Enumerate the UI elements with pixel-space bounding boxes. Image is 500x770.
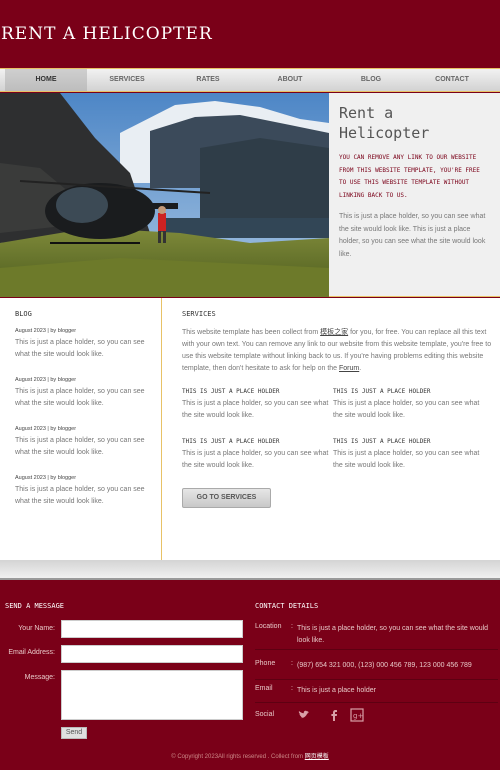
service-box-title: This is just a place holder: [182, 438, 280, 445]
service-box: This is just a place holder This is just…: [333, 388, 483, 422]
contact-separator: :: [291, 685, 293, 692]
nav-item-about[interactable]: About: [249, 69, 331, 91]
contact-label: Email: [255, 685, 273, 692]
contact-label: Social: [255, 711, 275, 718]
nav-item-home[interactable]: Home: [5, 69, 87, 91]
hero-highlight-text: You can remove any link to our website f…: [339, 154, 480, 199]
blog-item-text: This is just a place holder, so you can …: [15, 339, 145, 358]
hero-title-line-1: Rent a: [339, 104, 394, 122]
blog-item: August 2023 | by blogger This is just a …: [15, 377, 157, 410]
column-divider: [161, 298, 162, 560]
googleplus-icon[interactable]: g+: [350, 708, 364, 722]
service-box-title: This is just a place holder: [333, 438, 431, 445]
go-to-services-button[interactable]: Go to services: [182, 488, 271, 508]
helicopter-mountain-photo: [0, 93, 329, 297]
contact-row-location: Location : This is just a place holder, …: [255, 623, 498, 650]
service-box: This is just a place holder This is just…: [182, 438, 332, 472]
blog-item-meta[interactable]: August 2023 | by blogger: [15, 426, 157, 432]
contact-separator: :: [291, 623, 293, 630]
blog-item: August 2023 | by blogger This is just a …: [15, 426, 157, 459]
nav-item-rates[interactable]: Rates: [167, 69, 249, 91]
blog-item-meta[interactable]: August 2023 | by blogger: [15, 377, 157, 383]
service-box-text: This is just a place holder, so you can …: [182, 400, 329, 419]
footer: Send a message Your Name: Email Address:…: [0, 582, 500, 770]
hero-title: Rent a Helicopter: [339, 103, 489, 143]
contact-value: (987) 654 321 000, (123) 000 456 789, 12…: [297, 662, 472, 669]
footer-separator: [0, 560, 500, 580]
hero-text-block: Rent a Helicopter You can remove any lin…: [339, 103, 489, 261]
nav-item-blog[interactable]: Blog: [331, 69, 411, 91]
hero-section: Rent a Helicopter You can remove any lin…: [0, 93, 500, 297]
header: RENT A HELICOPTER: [0, 0, 500, 68]
services-heading: Services: [182, 310, 216, 318]
blog-heading: Blog: [15, 310, 32, 318]
contact-label: Phone: [255, 660, 276, 667]
facebook-icon[interactable]: [327, 708, 341, 722]
blog-item-meta[interactable]: August 2023 | by blogger: [15, 475, 157, 481]
services-intro: This website template has been collect f…: [182, 327, 496, 375]
copyright-notice: © Copyright 2023All rights reserved . Co…: [0, 751, 500, 760]
blog-item: August 2023 | by blogger This is just a …: [15, 328, 157, 361]
email-label: Email Address:: [8, 649, 55, 656]
send-message-heading: Send a message: [5, 602, 65, 610]
service-box-text: This is just a place holder, so you can …: [182, 450, 329, 469]
blog-item-text: This is just a place holder, so you can …: [15, 388, 145, 407]
copyright-link[interactable]: 网页模板: [305, 754, 329, 760]
message-label: Message:: [24, 674, 55, 681]
name-label: Your Name:: [18, 625, 55, 632]
send-button[interactable]: Send: [61, 727, 87, 739]
message-textarea[interactable]: [61, 670, 243, 720]
contact-details-heading: Contact details: [255, 602, 319, 610]
blog-item-meta[interactable]: August 2023 | by blogger: [15, 328, 157, 334]
forum-link[interactable]: Forum: [339, 365, 359, 372]
site-logo[interactable]: RENT A HELICOPTER: [1, 24, 213, 44]
blog-item-text: This is just a place holder, so you can …: [15, 486, 145, 505]
contact-row-social: Social g+: [255, 708, 498, 731]
hero-title-line-2: Helicopter: [339, 124, 430, 142]
name-input[interactable]: [61, 620, 243, 638]
copyright-text: © Copyright 2023All rights reserved . Co…: [171, 754, 305, 760]
template-source-link[interactable]: 模板之家: [320, 329, 348, 336]
service-box: This is just a place holder This is just…: [333, 438, 483, 472]
svg-text:g+: g+: [353, 712, 363, 720]
services-intro-text: This website template has been collect f…: [182, 329, 321, 336]
main-navigation: Home Services Rates About Blog Contact: [0, 68, 500, 92]
contact-separator: :: [291, 660, 293, 667]
contact-label: Location: [255, 623, 282, 630]
service-box-title: This is just a place holder: [333, 388, 431, 395]
service-box-text: This is just a place holder, so you can …: [333, 450, 480, 469]
contact-row-phone: Phone : (987) 654 321 000, (123) 000 456…: [255, 660, 498, 680]
service-box-text: This is just a place holder, so you can …: [333, 400, 480, 419]
contact-value: This is just a place holder, so you can …: [297, 625, 489, 644]
service-box-title: This is just a place holder: [182, 388, 280, 395]
nav-item-services[interactable]: Services: [87, 69, 167, 91]
twitter-icon[interactable]: [297, 708, 311, 722]
hero-paragraph: This is just a place holder, so you can …: [339, 213, 486, 258]
blog-item-text: This is just a place holder, so you can …: [15, 437, 145, 456]
email-input[interactable]: [61, 645, 243, 663]
nav-item-contact[interactable]: Contact: [411, 69, 493, 91]
services-intro-text: .: [359, 365, 362, 372]
blog-column: Blog August 2023 | by blogger This is ju…: [15, 310, 157, 505]
contact-row-email: Email : This is just a place holder: [255, 685, 498, 703]
service-box: This is just a place holder This is just…: [182, 388, 332, 422]
contact-value: This is just a place holder: [297, 687, 376, 694]
services-column: Services This website template has been …: [182, 310, 496, 508]
blog-item: August 2023 | by blogger This is just a …: [15, 475, 157, 508]
content-area: Blog August 2023 | by blogger This is ju…: [0, 298, 500, 560]
